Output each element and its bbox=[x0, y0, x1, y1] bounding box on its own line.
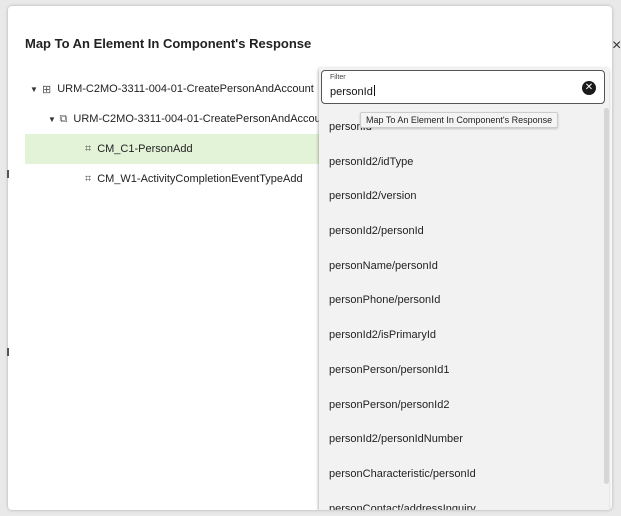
crop-icon: ⌗ bbox=[85, 172, 92, 185]
tree-item-label: CM_C1-PersonAdd bbox=[97, 143, 193, 155]
filter-dropdown: Filter personId ✕ personId personId2/idT… bbox=[319, 68, 609, 510]
option-item[interactable]: personCharacteristic/personId bbox=[319, 457, 603, 492]
clear-icon[interactable]: ✕ bbox=[582, 81, 596, 95]
dialog-title: Map To An Element In Component's Respons… bbox=[25, 36, 312, 51]
edge-mark bbox=[7, 170, 9, 178]
tree-item-label: CM_W1-ActivityCompletionEventTypeAdd bbox=[97, 173, 303, 185]
crop-icon: ⌗ bbox=[85, 142, 92, 155]
option-item[interactable]: personPerson/personId2 bbox=[319, 388, 603, 423]
option-item[interactable]: personId2/personIdNumber bbox=[319, 422, 603, 457]
filter-input-box[interactable]: Filter personId ✕ bbox=[321, 70, 605, 104]
grid-icon: ⊞ bbox=[42, 83, 52, 96]
tree-item-cm-c1-personadd[interactable]: ⌗ CM_C1-PersonAdd bbox=[25, 134, 320, 164]
tree-item-root[interactable]: ▼ ⊞ URM-C2MO-3311-004-01-CreatePersonAnd… bbox=[30, 74, 320, 104]
tree-item-cm-w1-activity[interactable]: ⌗ CM_W1-ActivityCompletionEventTypeAdd bbox=[25, 164, 320, 194]
filter-input[interactable]: personId bbox=[330, 85, 375, 98]
options-list: personId personId2/idType personId2/vers… bbox=[319, 110, 603, 510]
option-item[interactable]: personId2/personId bbox=[319, 214, 603, 249]
option-item[interactable]: personName/personId bbox=[319, 249, 603, 284]
mapping-dialog: Map To An Element In Component's Respons… bbox=[8, 6, 612, 510]
tree-item-label: URM-C2MO-3311-004-01-CreatePersonAndAcco… bbox=[73, 113, 320, 125]
option-item[interactable]: personPhone/personId bbox=[319, 283, 603, 318]
copy-icon: ⧉ bbox=[59, 112, 68, 125]
option-item[interactable]: personPerson/personId1 bbox=[319, 353, 603, 388]
close-icon[interactable]: × bbox=[612, 38, 621, 54]
caret-down-icon[interactable]: ▼ bbox=[48, 115, 60, 124]
option-item[interactable]: personId2/isPrimaryId bbox=[319, 318, 603, 353]
scrollbar-thumb[interactable] bbox=[604, 108, 609, 484]
option-item[interactable]: personContact/addressInquiry bbox=[319, 492, 603, 510]
tree-item-label: URM-C2MO-3311-004-01-CreatePersonAndAcco… bbox=[57, 83, 314, 95]
filter-label: Filter bbox=[330, 74, 346, 81]
tree-item-child[interactable]: ▼ ⧉ URM-C2MO-3311-004-01-CreatePersonAnd… bbox=[48, 104, 320, 134]
edge-mark bbox=[7, 348, 9, 356]
tooltip: Map To An Element In Component's Respons… bbox=[360, 112, 559, 128]
option-item[interactable]: personId2/idType bbox=[319, 145, 603, 180]
option-item[interactable]: personId2/version bbox=[319, 179, 603, 214]
caret-down-icon[interactable]: ▼ bbox=[30, 85, 42, 94]
